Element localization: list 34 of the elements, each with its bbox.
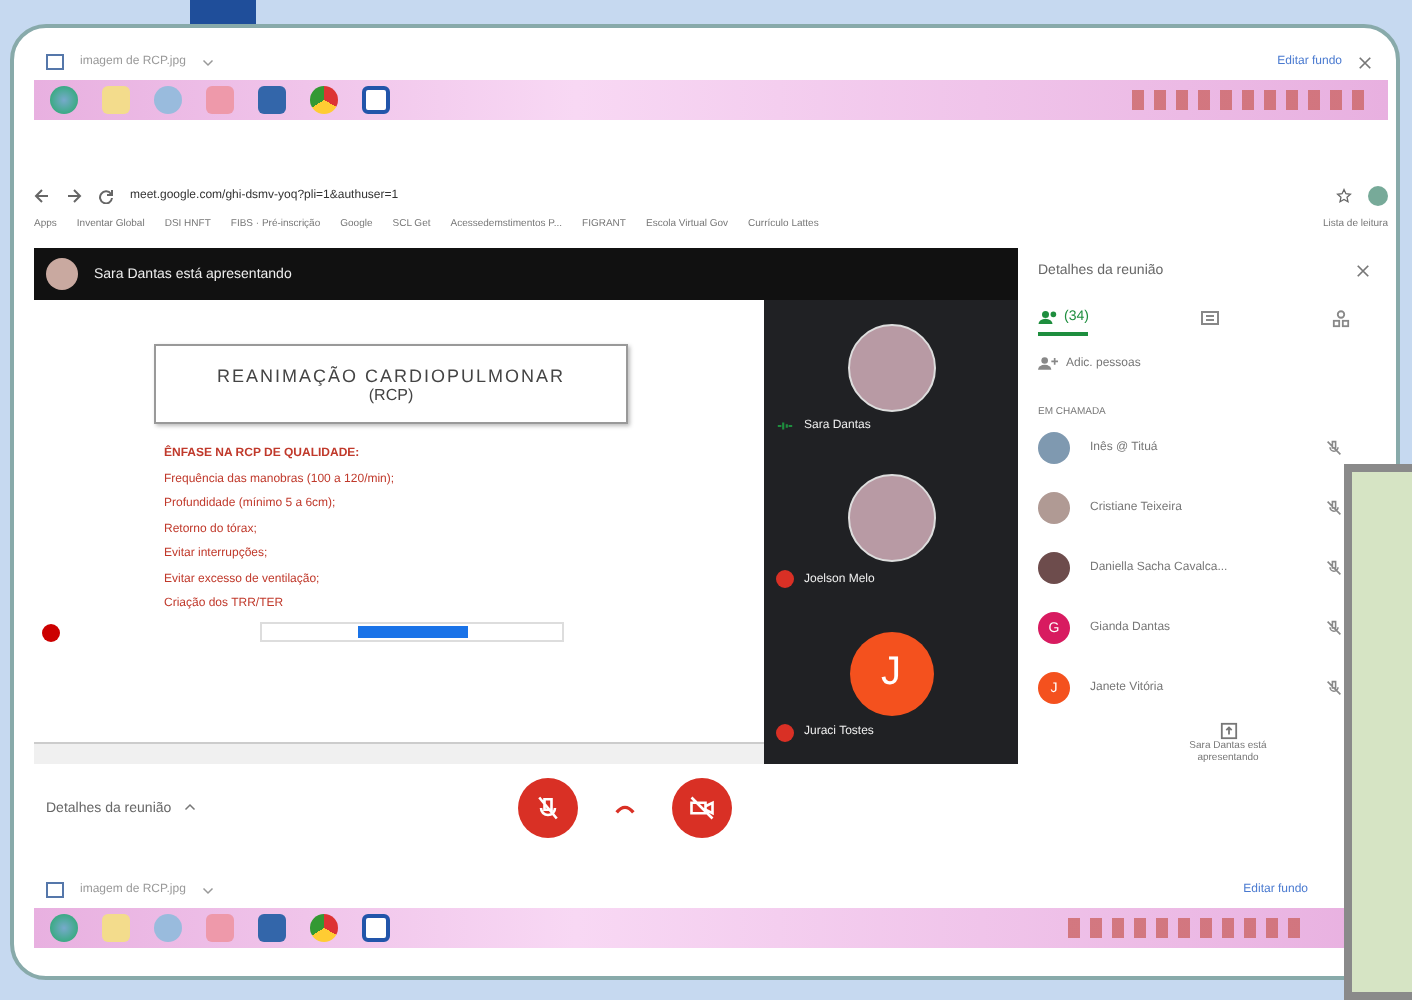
- reload-icon[interactable]: [98, 188, 114, 204]
- heart-logo-icon: [42, 623, 60, 641]
- image-file-icon: [46, 882, 64, 898]
- avatar-circle: [46, 258, 78, 290]
- camera-off-button[interactable]: [671, 778, 732, 838]
- add-person-icon[interactable]: [1038, 356, 1058, 370]
- mic-off-button[interactable]: [517, 778, 578, 838]
- camera-off-icon: [687, 794, 716, 822]
- close-icon[interactable]: [1358, 55, 1372, 69]
- mic-off-icon[interactable]: [1326, 440, 1342, 456]
- initial-avatar: J: [849, 631, 933, 716]
- profile-avatar[interactable]: [1368, 186, 1388, 206]
- mic-off-icon[interactable]: [1326, 680, 1342, 696]
- caret-icon[interactable]: [201, 884, 214, 896]
- chat-tab-icon[interactable]: [1200, 310, 1221, 326]
- photo-placeholder: [847, 474, 935, 563]
- close-icon[interactable]: [1356, 264, 1370, 278]
- caret-icon[interactable]: [201, 56, 214, 68]
- chevron-up-icon[interactable]: [183, 802, 196, 814]
- back-icon[interactable]: [34, 188, 50, 204]
- presentation-icon: [1219, 722, 1237, 740]
- people-icon: [1038, 310, 1060, 324]
- shapes-tab-icon[interactable]: [1331, 310, 1350, 328]
- hang-up-icon[interactable]: [613, 803, 636, 813]
- mic-off-icon[interactable]: [1326, 560, 1342, 576]
- mic-off-icon: [533, 794, 562, 822]
- slide-title: REANIMAÇÃO CARDIOPULMONAR: [216, 365, 566, 385]
- star-icon[interactable]: [1336, 188, 1352, 204]
- forward-icon[interactable]: [66, 188, 82, 204]
- slide-subtitle: (RCP): [368, 385, 414, 403]
- image-file-icon: [46, 54, 64, 70]
- mic-off-icon[interactable]: [1326, 500, 1342, 516]
- mic-off-icon[interactable]: [1326, 620, 1342, 636]
- photo-placeholder: [847, 323, 935, 412]
